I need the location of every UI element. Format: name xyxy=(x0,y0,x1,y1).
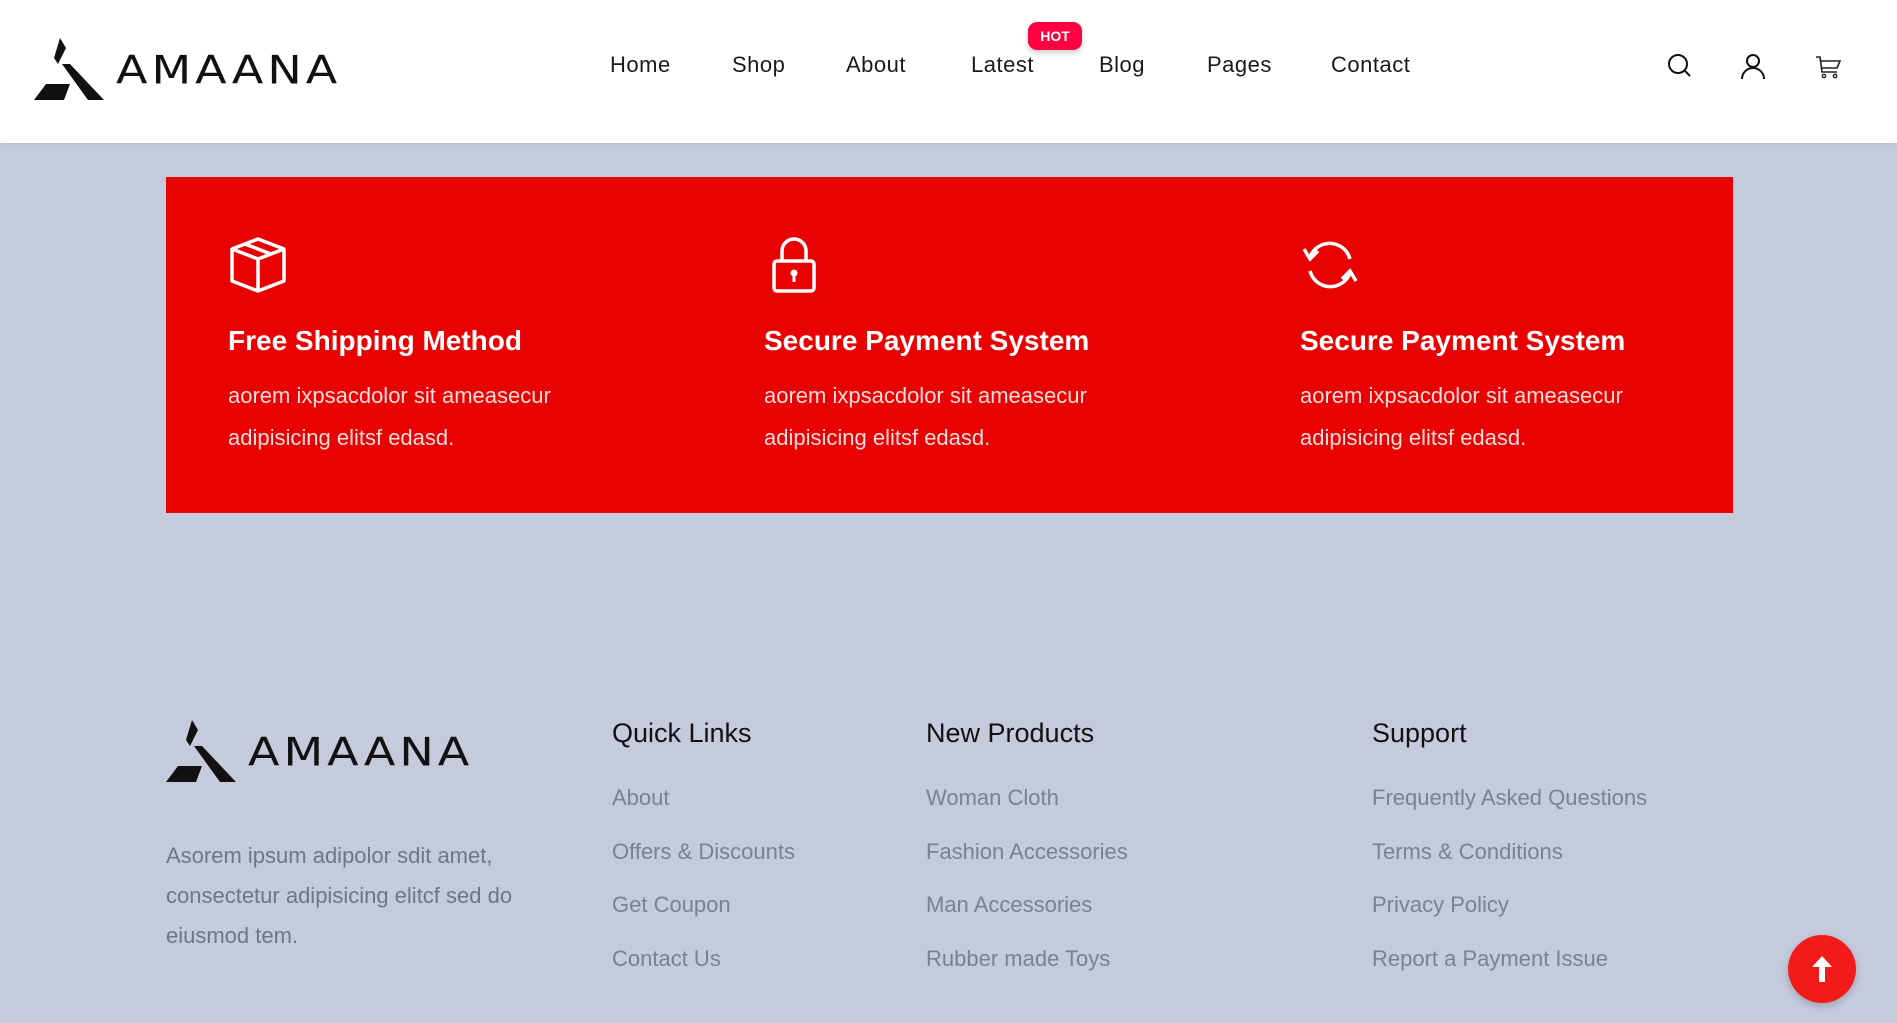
logo-mark-icon xyxy=(34,38,104,100)
feature-text: aorem ixpsacdolor sit ameasecur adipisic… xyxy=(764,383,1087,450)
footer-description: Asorem ipsum adipolor sdit amet, consect… xyxy=(166,843,513,948)
footer-link[interactable]: Contact Us xyxy=(612,942,795,996)
site-header: AMAANA Home Shop About Latest Blog Pages… xyxy=(0,0,1897,143)
feature-text: aorem ixpsacdolor sit ameasecur adipisic… xyxy=(1300,383,1623,450)
user-icon[interactable] xyxy=(1739,52,1767,80)
refresh-icon xyxy=(1302,241,1358,289)
footer-link[interactable]: Rubber made Toys xyxy=(926,942,1128,996)
nav-home[interactable]: Home xyxy=(610,52,671,78)
nav-about[interactable]: About xyxy=(846,52,906,78)
column-title: Quick Links xyxy=(612,718,752,748)
footer-support: Support Frequently Asked Questions Terms… xyxy=(1372,718,1647,995)
feature-secure-payment-2: Secure Payment System aorem ixpsacdolor … xyxy=(1300,235,1700,459)
logo-mark-icon xyxy=(166,720,236,782)
features-banner: Free Shipping Method aorem ixpsacdolor s… xyxy=(166,177,1733,513)
footer-link[interactable]: Offers & Discounts xyxy=(612,835,795,889)
footer-link[interactable]: Report a Payment Issue xyxy=(1372,942,1647,996)
footer-link[interactable]: About xyxy=(612,781,795,835)
footer-new-products: New Products Woman Cloth Fashion Accesso… xyxy=(926,718,1128,995)
footer-link[interactable]: Terms & Conditions xyxy=(1372,835,1647,889)
logo-wordmark: AMAANA xyxy=(116,47,342,93)
box-icon xyxy=(230,237,286,293)
footer-link[interactable]: Privacy Policy xyxy=(1372,888,1647,942)
footer-link[interactable]: Get Coupon xyxy=(612,888,795,942)
nav-shop[interactable]: Shop xyxy=(732,52,785,78)
nav-blog[interactable]: Blog xyxy=(1099,52,1145,78)
feature-title: Secure Payment System xyxy=(764,325,1090,356)
nav-contact[interactable]: Contact xyxy=(1331,52,1410,78)
feature-free-shipping: Free Shipping Method aorem ixpsacdolor s… xyxy=(228,235,628,459)
cart-icon[interactable] xyxy=(1814,52,1842,80)
column-title: New Products xyxy=(926,718,1095,748)
brand-logo[interactable]: AMAANA xyxy=(34,38,341,102)
hot-badge: HOT xyxy=(1028,22,1082,50)
column-title: Support xyxy=(1372,718,1467,748)
arrow-up-icon xyxy=(1812,956,1832,982)
feature-text: aorem ixpsacdolor sit ameasecur adipisic… xyxy=(228,383,551,450)
feature-title: Free Shipping Method xyxy=(228,325,522,356)
footer-logo[interactable]: AMAANA xyxy=(166,720,473,784)
nav-latest[interactable]: Latest xyxy=(971,52,1034,78)
footer-link[interactable]: Fashion Accessories xyxy=(926,835,1128,889)
nav-pages[interactable]: Pages xyxy=(1207,52,1272,78)
footer-link[interactable]: Woman Cloth xyxy=(926,781,1128,835)
feature-title: Secure Payment System xyxy=(1300,325,1626,356)
scroll-to-top-button[interactable] xyxy=(1788,935,1856,1003)
logo-wordmark: AMAANA xyxy=(248,729,474,775)
feature-secure-payment: Secure Payment System aorem ixpsacdolor … xyxy=(764,235,1164,459)
footer-link[interactable]: Frequently Asked Questions xyxy=(1372,781,1647,835)
search-icon[interactable] xyxy=(1666,52,1694,80)
footer-quick-links: Quick Links About Offers & Discounts Get… xyxy=(612,718,795,995)
lock-icon xyxy=(772,237,816,293)
footer-link[interactable]: Man Accessories xyxy=(926,888,1128,942)
